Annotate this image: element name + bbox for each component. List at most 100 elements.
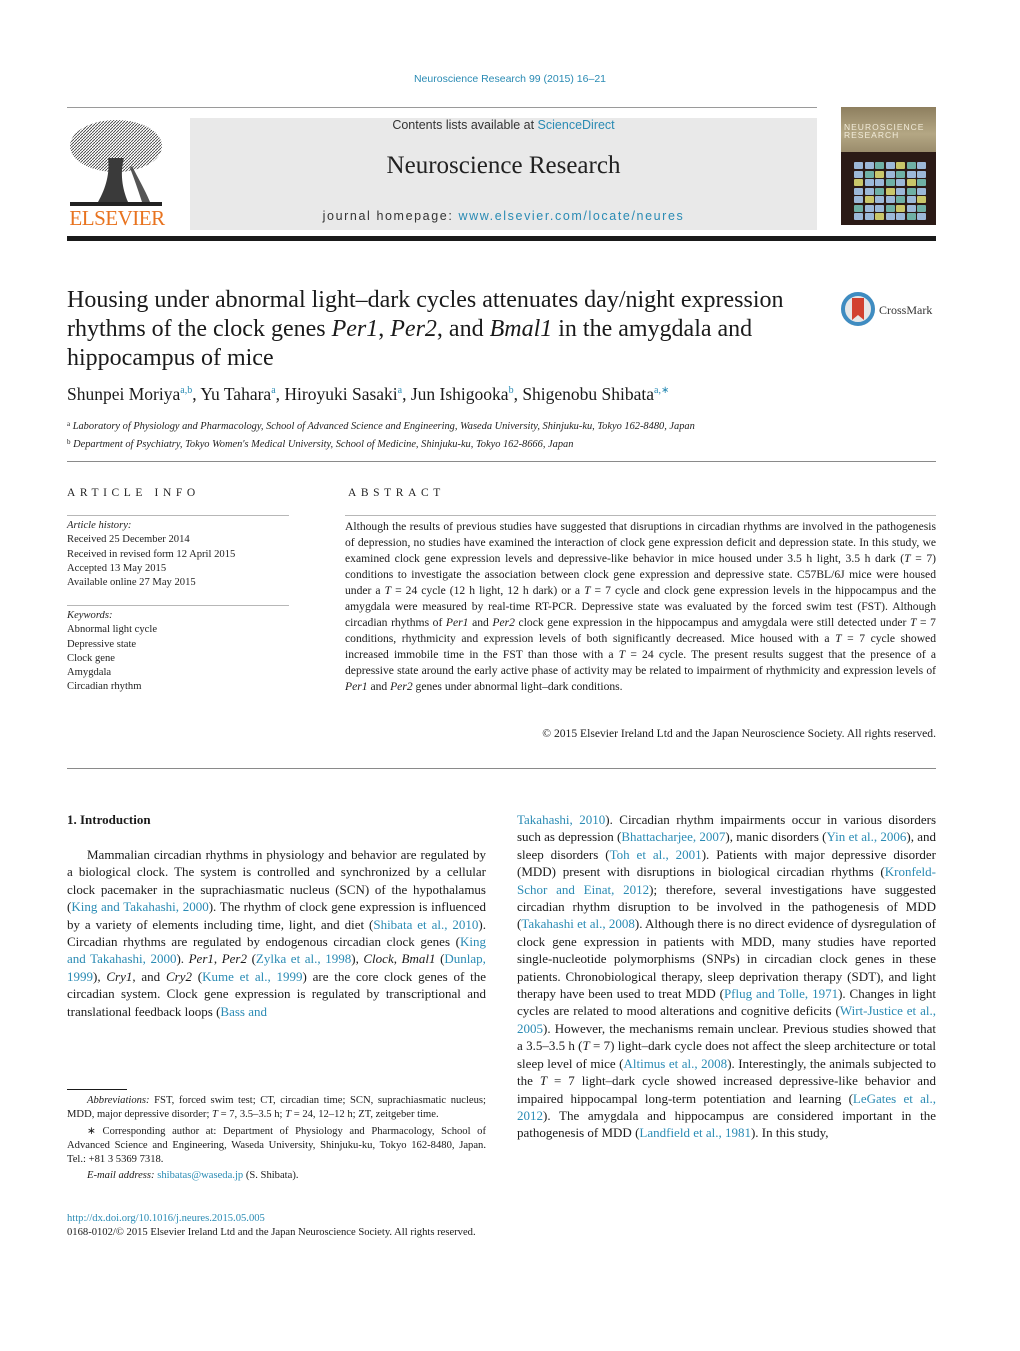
cover-title-line2: RESEARCH — [844, 130, 900, 140]
doi-link[interactable]: http://dx.doi.org/10.1016/j.neures.2015.… — [67, 1213, 265, 1224]
author-list: Shunpei Moriyaa,b, Yu Taharaa, Hiroyuki … — [67, 384, 927, 405]
journal-name: Neuroscience Research — [386, 152, 621, 179]
history-item: Accepted 13 May 2015 — [67, 562, 167, 574]
citation-link[interactable]: Kume et al., 1999 — [202, 969, 302, 984]
citation-link[interactable]: Landfield et al., 1981 — [639, 1125, 751, 1140]
italic-term: Per2 — [221, 951, 247, 967]
text-run: = 7, 3.5–3.5 h; — [217, 1109, 286, 1121]
title-gene-bmal1: Bmal1 — [489, 316, 553, 342]
elsevier-logo[interactable]: ELSEVIER — [67, 118, 167, 230]
abstract-heading: ABSTRACT — [348, 487, 445, 499]
email-link[interactable]: shibatas@waseda.jp — [157, 1170, 243, 1181]
sciencedirect-link[interactable]: ScienceDirect — [538, 118, 615, 132]
citation-link[interactable]: Zylka et al., 1998 — [256, 951, 351, 966]
affiliation-rule — [67, 461, 936, 462]
author-name[interactable]: Yu Tahara — [200, 384, 271, 404]
body-column-right: Takahashi, 2010). Circadian rhythm impai… — [517, 811, 936, 1142]
affiliation-line: a Laboratory of Physiology and Pharmacol… — [67, 417, 927, 435]
text-run: = 24 cycle (12 h light, 12 h dark) or a — [391, 584, 585, 597]
journal-banner: Contents lists available at ScienceDirec… — [190, 118, 817, 230]
italic-term: T — [539, 1073, 548, 1089]
abstract-text: Although the results of previous studies… — [345, 519, 936, 695]
article-history: Article history: Received 25 December 20… — [67, 519, 289, 590]
abstract-copyright: © 2015 Elsevier Ireland Ltd and the Japa… — [542, 727, 936, 740]
text-run: and — [367, 680, 391, 693]
contents-prefix: Contents lists available at — [392, 118, 538, 132]
journal-homepage-link[interactable]: www.elsevier.com/locate/neures — [458, 209, 684, 223]
elsevier-tree-icon — [70, 120, 162, 206]
text-run: ( — [247, 951, 256, 967]
section-heading-introduction: 1. Introduction — [67, 812, 151, 827]
author-name[interactable]: Shunpei Moriya — [67, 384, 180, 404]
email-suffix: (S. Shibata). — [243, 1170, 299, 1182]
abstract-rule — [345, 515, 936, 516]
author-name[interactable]: Jun Ishigooka — [411, 384, 509, 404]
author-name[interactable]: Shigenobu Shibata — [522, 384, 654, 404]
citation-link[interactable]: Bhattacharjee, 2007 — [621, 829, 725, 844]
crossmark-label: CrossMark — [879, 303, 933, 317]
citation-link[interactable]: Bass and — [220, 1004, 267, 1019]
journal-cover-image[interactable]: NEUROSCIENCE RESEARCH — [841, 107, 936, 225]
keyword-item: Clock gene — [67, 652, 115, 664]
journal-citation-link[interactable]: Neuroscience Research 99 (2015) 16–21 — [0, 73, 1020, 85]
cover-image-grid — [854, 162, 926, 220]
text-run: ). In this study, — [750, 1125, 829, 1141]
citation-link[interactable]: Takahashi, 2010 — [517, 812, 605, 827]
email-label: E-mail address: — [87, 1170, 155, 1182]
footnotes: Abbreviations: FST, forced swim test; CT… — [67, 1094, 486, 1186]
crossmark-button[interactable]: CrossMark — [840, 291, 940, 331]
keywords-label: Keywords: — [67, 610, 113, 621]
keywords-block: Keywords: Abnormal light cycle Depressive… — [67, 609, 289, 695]
italic-term: Per2 — [390, 680, 413, 693]
header-heavy-rule — [67, 236, 936, 241]
italic-term: Per2 — [492, 616, 515, 629]
citation-link[interactable]: Toh et al., 2001 — [610, 847, 702, 862]
keyword-item: Circadian rhythm — [67, 681, 142, 693]
italic-term: Per1 — [345, 680, 368, 693]
author-name[interactable]: Hiroyuki Sasaki — [284, 384, 397, 404]
citation-link[interactable]: Yin et al., 2006 — [827, 829, 907, 844]
elsevier-wordmark: ELSEVIER — [69, 206, 165, 230]
author-affiliation-marker[interactable]: a,∗ — [654, 385, 669, 396]
text-run: genes under abnormal light–dark conditio… — [412, 680, 623, 693]
citation-link[interactable]: Pflug and Tolle, 1971 — [724, 986, 838, 1001]
citation-link[interactable]: Altimus et al., 2008 — [623, 1056, 727, 1071]
history-item: Received in revised form 12 April 2015 — [67, 548, 236, 560]
issn-copyright-line: 0168-0102/© 2015 Elsevier Ireland Ltd an… — [67, 1227, 476, 1238]
citation-link[interactable]: King and Takahashi, 2000 — [71, 899, 208, 914]
italic-term: Per1 — [188, 951, 214, 967]
citation-link[interactable]: Shibata et al., 2010 — [373, 917, 478, 932]
text-run: , — [213, 951, 222, 967]
history-label: Article history: — [67, 520, 132, 531]
article-title: Housing under abnormal light–dark cycles… — [67, 286, 827, 373]
corresponding-author-footnote: ∗ Corresponding author at: Department of… — [67, 1125, 486, 1166]
affiliations: a Laboratory of Physiology and Pharmacol… — [67, 417, 927, 452]
keyword-item: Depressive state — [67, 638, 137, 650]
text-run: = 24, 12–12 h; ZT, zeitgeber time. — [291, 1109, 439, 1121]
title-sep: , and — [436, 316, 490, 342]
body-column-left: Mammalian circadian rhythms in physiolog… — [67, 846, 486, 1020]
keyword-item: Amygdala — [67, 667, 112, 679]
keywords-list: Abnormal light cycle Depressive state Cloc… — [67, 623, 289, 694]
text-run: ), — [351, 951, 364, 967]
history-item: Available online 27 May 2015 — [67, 577, 196, 589]
text-run: ). — [176, 951, 189, 967]
text-run: and — [468, 616, 493, 629]
author-separator: , — [402, 384, 411, 404]
italic-term: T — [582, 1038, 590, 1054]
history-list: Received 25 December 2014 Received in rev… — [67, 533, 289, 590]
author-affiliation-marker[interactable]: a,b — [180, 385, 192, 396]
citation-link[interactable]: Takahashi et al., 2008 — [521, 916, 635, 931]
cover-title: NEUROSCIENCE RESEARCH — [844, 123, 924, 140]
italic-term: Cry2 — [165, 968, 192, 984]
article-info-rule — [67, 515, 289, 516]
text-run: , and — [132, 968, 166, 984]
italic-term: Per1 — [445, 616, 469, 629]
author-separator: , — [513, 384, 523, 404]
contents-line: Contents lists available at ScienceDirec… — [190, 118, 817, 132]
text-run: , — [393, 951, 402, 967]
header-top-rule — [67, 107, 817, 108]
article-info-heading: ARTICLE INFO — [67, 487, 200, 499]
title-gene-per2: Per2 — [390, 316, 437, 342]
footnote-rule — [67, 1089, 127, 1090]
